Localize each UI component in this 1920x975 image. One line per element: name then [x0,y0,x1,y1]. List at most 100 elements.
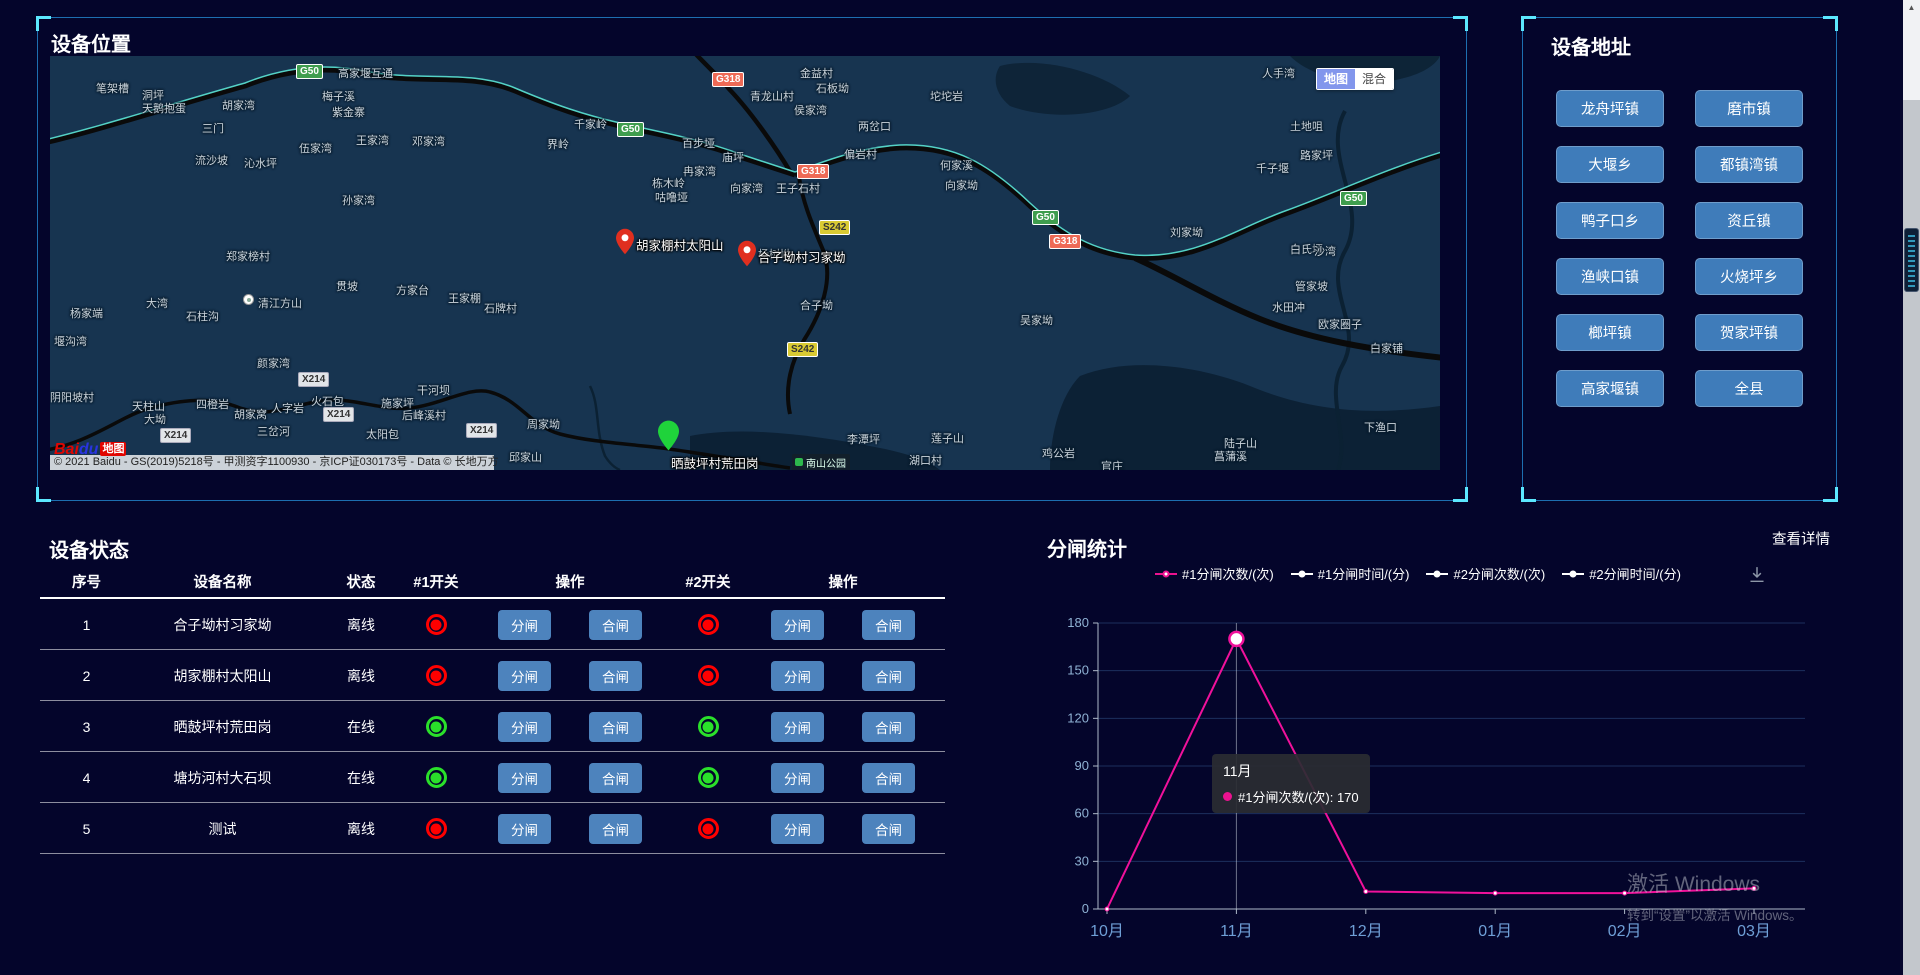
switch2-indicator [698,665,719,686]
switch1-actions: 分闸 合闸 [490,803,650,854]
svg-text:0: 0 [1082,901,1089,916]
map-marker-pin[interactable]: 胡家棚村太阳山 [616,228,634,255]
scrollbar-thumb[interactable] [1904,228,1919,292]
baidu-map[interactable]: 笔架槽洞坪天鹅抱蛋胡家湾高家堰互通梅子溪紫金寨三门流沙坡沁水坪伍家湾王家湾邓家湾… [50,56,1440,470]
pin-icon [658,420,679,451]
address-button[interactable]: 全县 [1695,370,1803,407]
row-index: 4 [49,752,124,803]
address-button[interactable]: 大堰乡 [1556,146,1664,183]
map-place-label: 管家坡 [1295,278,1328,294]
page-scrollbar[interactable]: ▲ [1903,0,1920,975]
panel-title-stats: 分闸统计 [1047,533,1127,562]
close-switch1-button[interactable]: 合闸 [589,814,642,844]
map-place-label: 胡家湾 [222,97,255,113]
legend-line [1562,573,1584,575]
map-place-label: 邱家山 [509,449,542,465]
address-button[interactable]: 高家堰镇 [1556,370,1664,407]
open-switch1-button[interactable]: 分闸 [498,712,551,742]
switch1-actions: 分闸 合闸 [490,650,650,701]
row-index: 3 [49,701,124,752]
map-marker-pin[interactable]: 晒鼓坪村荒田岗 [658,420,679,451]
map-place-label: 干河坝 [417,382,450,398]
open-switch2-button[interactable]: 分闸 [771,712,824,742]
close-switch1-button[interactable]: 合闸 [589,763,642,793]
device-name: 合子坳村习家坳 [130,599,315,650]
open-switch2-button[interactable]: 分闸 [771,610,824,640]
map-marker-pin[interactable]: 合子坳村习家坳 [738,240,756,267]
map-place-label: 阴阳坡村 [50,389,94,405]
switch1-actions: 分闸 合闸 [490,752,650,803]
map-place-label: 偏岩村 [844,146,877,162]
close-switch1-button[interactable]: 合闸 [589,661,642,691]
map-place-label: 土地咀 [1290,118,1323,134]
map-place-label: 向家坳 [945,177,978,193]
address-button[interactable]: 资丘镇 [1695,202,1803,239]
corner-accent [1521,487,1536,502]
close-switch2-button[interactable]: 合闸 [862,661,915,691]
map-place-label: 庙坪 [722,149,744,165]
switch2-actions: 分闸 合闸 [763,599,923,650]
legend-item[interactable]: #2分闸时间/(分) [1562,564,1681,583]
open-switch2-button[interactable]: 分闸 [771,661,824,691]
scroll-up-arrow-icon[interactable]: ▲ [1903,3,1920,12]
switch1-indicator [426,767,447,788]
map-place-label: 水田冲 [1272,299,1305,315]
switch1-indicator [426,716,447,737]
map-place-label: 孙家湾 [342,192,375,208]
address-button[interactable]: 贺家坪镇 [1695,314,1803,351]
address-button[interactable]: 龙舟坪镇 [1556,90,1664,127]
tooltip-entry: #1分闸次数/(次): 170 [1238,787,1359,806]
map-place-label: 伍家湾 [299,140,332,156]
map-place-label: 杨家端 [70,305,103,321]
row-index: 2 [49,650,124,701]
switch1-cell [405,599,467,650]
map-type-map-button[interactable]: 地图 [1317,69,1355,89]
svg-text:150: 150 [1067,663,1089,678]
switch1-indicator [426,818,447,839]
close-switch2-button[interactable]: 合闸 [862,610,915,640]
col-header-op1: 操作 [490,568,650,594]
open-switch2-button[interactable]: 分闸 [771,814,824,844]
map-place-label: 大湾 [146,295,168,311]
switch2-actions: 分闸 合闸 [763,650,923,701]
map-place-label: 冉家湾 [683,163,716,179]
map-type-hybrid-button[interactable]: 混合 [1355,69,1393,89]
close-switch2-button[interactable]: 合闸 [862,712,915,742]
close-switch1-button[interactable]: 合闸 [589,712,642,742]
open-switch1-button[interactable]: 分闸 [498,610,551,640]
address-button[interactable]: 火烧坪乡 [1695,258,1803,295]
open-switch2-button[interactable]: 分闸 [771,763,824,793]
map-place-label: 石柱沟 [186,308,219,324]
close-switch2-button[interactable]: 合闸 [862,763,915,793]
close-switch2-button[interactable]: 合闸 [862,814,915,844]
close-switch1-button[interactable]: 合闸 [589,610,642,640]
open-switch1-button[interactable]: 分闸 [498,814,551,844]
map-place-label: 何家溪 [940,157,973,173]
address-button[interactable]: 鸭子口乡 [1556,202,1664,239]
download-icon[interactable] [1748,566,1766,584]
open-switch1-button[interactable]: 分闸 [498,661,551,691]
device-status: 离线 [330,803,392,854]
legend-dot-icon [1298,570,1305,577]
address-button[interactable]: 榔坪镇 [1556,314,1664,351]
device-name: 测试 [130,803,315,854]
legend-item[interactable]: #2分闸次数/(次) [1426,564,1545,583]
switch1-cell [405,752,467,803]
map-road-badge: X214 [466,423,497,438]
map-place-label: 官庄 [1101,458,1123,470]
dashboard: 设备位置 [0,0,1920,975]
open-switch1-button[interactable]: 分闸 [498,763,551,793]
switch2-cell [676,803,740,854]
view-details-link[interactable]: 查看详情 [1772,528,1830,549]
switch1-cell [405,701,467,752]
device-name: 胡家棚村太阳山 [130,650,315,701]
address-button[interactable]: 磨市镇 [1695,90,1803,127]
map-place-label: 菖蒲溪 [1214,448,1247,464]
map-place-label: 太阳包 [366,426,399,442]
address-button[interactable]: 都镇湾镇 [1695,146,1803,183]
legend-item[interactable]: #1分闸时间/(分) [1291,564,1410,583]
map-place-label: 人手湾 [1262,65,1295,81]
address-button[interactable]: 渔峡口镇 [1556,258,1664,295]
legend-item[interactable]: #1分闸次数/(次) [1155,564,1274,583]
corner-accent [1453,16,1468,31]
